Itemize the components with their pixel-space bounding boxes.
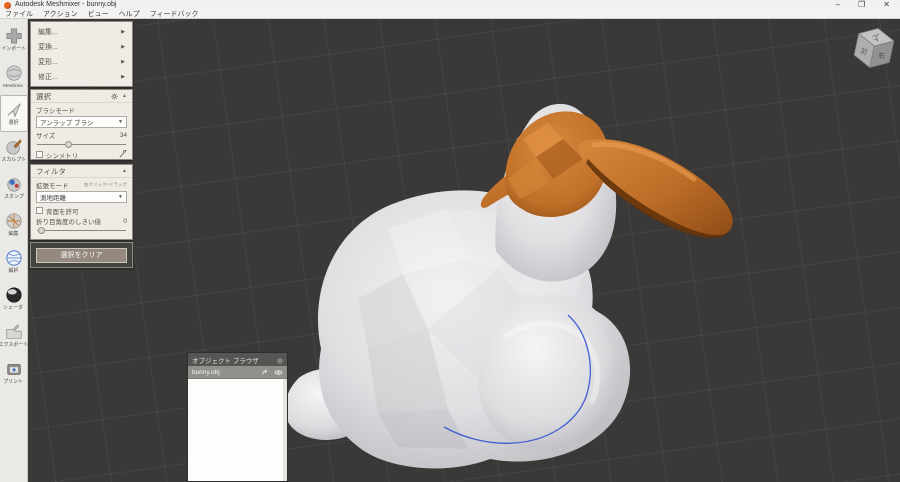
sculpt-brush-icon <box>5 139 22 155</box>
expand-mode-hint: 右クリック+ドラッグ <box>83 182 127 187</box>
select-panel-title: 選択 <box>36 91 51 101</box>
meshmix-sphere-icon <box>5 65 22 81</box>
size-slider[interactable] <box>37 140 126 149</box>
object-browser-header[interactable]: オブジェクト ブラウザ <box>188 353 287 366</box>
printer-icon <box>6 364 21 375</box>
object-browser-scrollbar[interactable] <box>283 379 287 481</box>
symmetry-label: シンメトリ <box>46 152 79 160</box>
object-browser-panel: オブジェクト ブラウザ bunny.obj <box>187 352 288 482</box>
object-browser-list[interactable] <box>188 379 287 481</box>
tool-print[interactable]: プリント <box>0 354 28 391</box>
menu-item-deform[interactable]: 変形... ▶ <box>31 54 132 69</box>
edit-sphere-icon <box>5 213 22 229</box>
shader-sphere-icon <box>5 287 22 303</box>
minimize-button[interactable]: – <box>836 0 840 10</box>
symmetry-checkbox[interactable] <box>36 151 43 158</box>
menu-actions[interactable]: アクション <box>43 9 78 19</box>
brush-mode-label: ブラシモード <box>36 108 75 115</box>
clear-selection-strip: 選択をクリア <box>30 242 133 268</box>
tool-sculpt[interactable]: スカルプト <box>0 132 28 169</box>
gear-icon[interactable] <box>111 92 118 100</box>
menu-view[interactable]: ビュー <box>88 9 109 19</box>
menu-item-convert[interactable]: 変換... ▶ <box>31 39 132 54</box>
visibility-eye-icon[interactable] <box>274 369 283 376</box>
tool-stamp[interactable]: スタンプ <box>0 169 28 206</box>
meshmixer-window: Autodesk Meshmixer - bunny.obj – ❐ ✕ ファイ… <box>0 0 900 482</box>
filter-panel: フィルタ ▲ 拡張モード 右クリック+ドラッグ 測地距離 ▼ 背面を許可 折り目… <box>30 164 133 240</box>
tool-select[interactable]: 選択 <box>0 95 28 132</box>
tool-strip: インポート Meshmix 選択 スカルプト スタンプ 編集 解析 シェーダ エ… <box>0 19 28 482</box>
crease-slider-handle[interactable] <box>37 227 45 234</box>
filter-panel-title: フィルタ <box>36 166 66 176</box>
submenu-arrow-icon: ▶ <box>121 28 125 35</box>
symmetry-edit-icon[interactable] <box>119 149 127 158</box>
submenu-arrow-icon: ▶ <box>121 43 125 50</box>
export-object-icon[interactable] <box>261 368 269 376</box>
tool-import[interactable]: インポート <box>0 21 28 58</box>
maximize-button[interactable]: ❐ <box>858 0 865 10</box>
stamp-icon <box>6 178 21 192</box>
crease-threshold-label: 折り目角度のしきい値 <box>36 219 101 226</box>
dropdown-arrow-icon: ▼ <box>118 119 123 125</box>
size-value: 34 <box>119 131 127 139</box>
tool-analysis[interactable]: 解析 <box>0 243 28 280</box>
tool-shaders[interactable]: シェーダ <box>0 280 28 317</box>
menu-help[interactable]: ヘルプ <box>119 9 140 19</box>
tool-export[interactable]: エクスポート <box>0 317 28 354</box>
viewport-3d[interactable]: 上 前 右 <box>28 19 900 482</box>
view-navigation-cube[interactable]: 上 前 右 <box>848 22 900 74</box>
submenu-arrow-icon: ▶ <box>121 58 125 65</box>
size-label: サイズ <box>36 133 56 140</box>
clear-selection-button[interactable]: 選択をクリア <box>36 247 127 263</box>
select-tool-panel: 選択 ▲ ブラシモード アンラップ ブラシ ▼ サイズ 34 シンメトリ <box>30 89 133 160</box>
brush-mode-dropdown[interactable]: アンラップ ブラシ ▼ <box>36 116 127 128</box>
select-cursor-icon <box>6 103 21 118</box>
crease-threshold-slider[interactable] <box>37 226 126 235</box>
action-menu-panel: 編集... ▶ 変換... ▶ 変形... ▶ 修正... ▶ <box>30 21 133 87</box>
menu-item-modify[interactable]: 修正... ▶ <box>31 69 132 84</box>
menu-item-edit[interactable]: 編集... ▶ <box>31 24 132 39</box>
object-browser-item-bunny[interactable]: bunny.obj <box>188 366 287 379</box>
close-button[interactable]: ✕ <box>883 0 890 10</box>
menu-feedback[interactable]: フィードバック <box>150 9 199 19</box>
cube-face-right-label[interactable]: 右 <box>878 51 885 60</box>
collapse-arrow-icon[interactable]: ▲ <box>122 93 127 99</box>
dropdown-arrow-icon: ▼ <box>118 194 123 200</box>
allow-backfaces-label: 背面を許可 <box>46 208 79 216</box>
tool-edit[interactable]: 編集 <box>0 206 28 243</box>
submenu-arrow-icon: ▶ <box>121 73 125 80</box>
meshmixer-logo-icon <box>4 1 11 9</box>
expand-mode-dropdown[interactable]: 測地距離 ▼ <box>36 191 127 203</box>
expand-mode-label: 拡張モード <box>36 183 69 190</box>
import-plus-icon <box>5 28 22 44</box>
object-browser-title: オブジェクト ブラウザ <box>192 357 259 365</box>
menu-bar: ファイル アクション ビュー ヘルプ フィードバック <box>0 10 900 19</box>
object-name: bunny.obj <box>192 368 220 376</box>
tool-meshmix[interactable]: Meshmix <box>0 58 28 95</box>
allow-backfaces-checkbox[interactable] <box>36 207 43 214</box>
object-browser-menu-icon[interactable] <box>277 358 283 364</box>
analysis-wireframe-icon <box>5 250 22 266</box>
collapse-arrow-icon[interactable]: ▲ <box>122 168 127 174</box>
crease-threshold-value: 0 <box>123 217 127 225</box>
menu-file[interactable]: ファイル <box>5 9 33 19</box>
bunny-mesh-scene[interactable] <box>28 19 900 482</box>
export-folder-icon <box>5 324 22 339</box>
size-slider-handle[interactable] <box>65 141 73 148</box>
